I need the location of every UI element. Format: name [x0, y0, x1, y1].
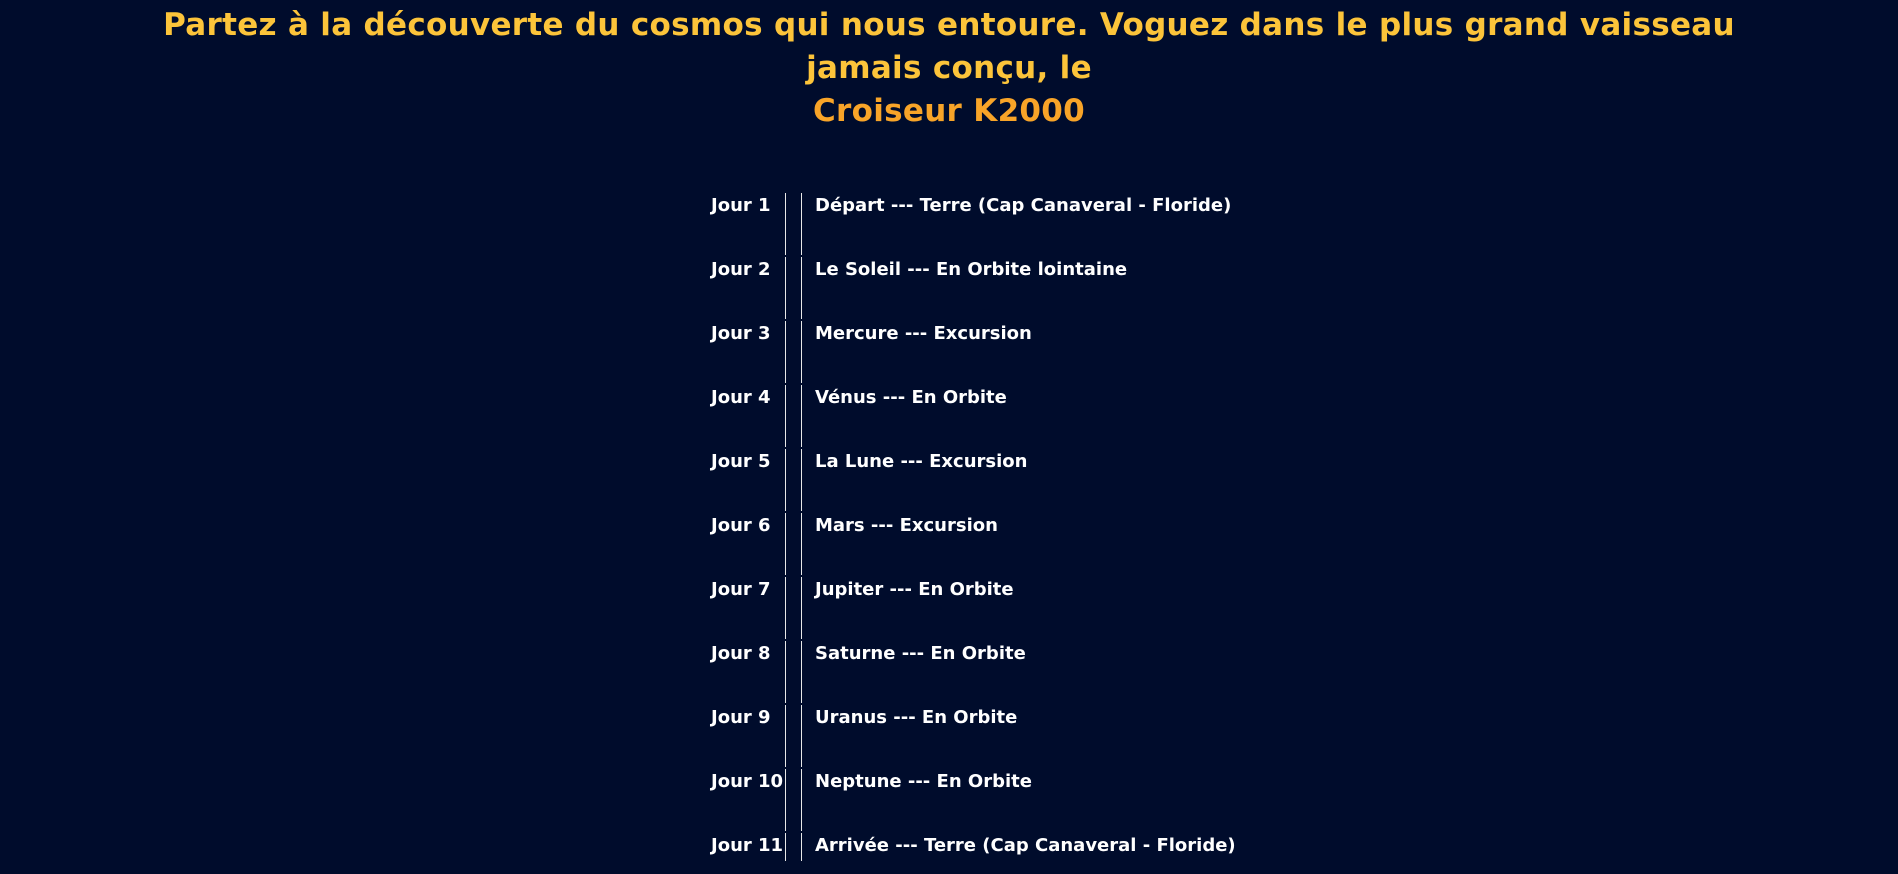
- day-label: Jour 11: [711, 835, 784, 856]
- itinerary-schedule: Jour 1 Départ --- Terre (Cap Canaveral -…: [711, 193, 1311, 874]
- divider-line: [801, 833, 802, 861]
- divider-line: [785, 577, 786, 639]
- divider-line: [785, 449, 786, 511]
- heading-brand-name: Croiseur K2000: [812, 93, 1086, 129]
- itinerary-row: Jour 6 Mars --- Excursion: [711, 513, 1311, 577]
- itinerary-row: Jour 2 Le Soleil --- En Orbite lointaine: [711, 257, 1311, 321]
- event-description: Jupiter --- En Orbite: [815, 579, 1014, 600]
- itinerary-row: Jour 4 Vénus --- En Orbite: [711, 385, 1311, 449]
- itinerary-row: Jour 8 Saturne --- En Orbite: [711, 641, 1311, 705]
- event-description: Neptune --- En Orbite: [815, 771, 1032, 792]
- event-description: Saturne --- En Orbite: [815, 643, 1026, 664]
- divider-line: [785, 385, 786, 447]
- divider-line: [785, 833, 786, 861]
- divider-line: [801, 321, 802, 383]
- day-label: Jour 9: [711, 707, 771, 728]
- day-label: Jour 4: [711, 387, 771, 408]
- itinerary-row: Jour 11 Arrivée --- Terre (Cap Canaveral…: [711, 833, 1311, 874]
- event-description: Mars --- Excursion: [815, 515, 998, 536]
- divider-line: [785, 193, 786, 255]
- day-label: Jour 7: [711, 579, 771, 600]
- itinerary-row: Jour 3 Mercure --- Excursion: [711, 321, 1311, 385]
- event-description: Mercure --- Excursion: [815, 323, 1032, 344]
- divider-line: [785, 321, 786, 383]
- divider-line: [801, 577, 802, 639]
- divider-line: [785, 769, 786, 831]
- event-description: La Lune --- Excursion: [815, 451, 1028, 472]
- event-description: Départ --- Terre (Cap Canaveral - Florid…: [815, 195, 1232, 216]
- divider-line: [785, 513, 786, 575]
- event-description: Uranus --- En Orbite: [815, 707, 1018, 728]
- event-description: Vénus --- En Orbite: [815, 387, 1007, 408]
- day-label: Jour 5: [711, 451, 771, 472]
- itinerary-row: Jour 5 La Lune --- Excursion: [711, 449, 1311, 513]
- divider-line: [785, 705, 786, 767]
- day-label: Jour 3: [711, 323, 771, 344]
- itinerary-row: Jour 9 Uranus --- En Orbite: [711, 705, 1311, 769]
- day-label: Jour 1: [711, 195, 771, 216]
- divider-line: [801, 257, 802, 319]
- itinerary-row: Jour 1 Départ --- Terre (Cap Canaveral -…: [711, 193, 1311, 257]
- divider-line: [785, 641, 786, 703]
- divider-line: [801, 513, 802, 575]
- divider-line: [785, 257, 786, 319]
- divider-line: [801, 769, 802, 831]
- heading-lead-text: Partez à la découverte du cosmos qui nou…: [163, 7, 1735, 86]
- day-label: Jour 2: [711, 259, 771, 280]
- day-label: Jour 10: [711, 771, 784, 792]
- event-description: Le Soleil --- En Orbite lointaine: [815, 259, 1128, 280]
- itinerary-row: Jour 10 Neptune --- En Orbite: [711, 769, 1311, 833]
- event-description: Arrivée --- Terre (Cap Canaveral - Flori…: [815, 835, 1236, 856]
- page-heading: Partez à la découverte du cosmos qui nou…: [120, 4, 1778, 133]
- itinerary-row: Jour 7 Jupiter --- En Orbite: [711, 577, 1311, 641]
- divider-line: [801, 385, 802, 447]
- day-label: Jour 8: [711, 643, 771, 664]
- divider-line: [801, 449, 802, 511]
- divider-line: [801, 705, 802, 767]
- day-label: Jour 6: [711, 515, 771, 536]
- divider-line: [801, 641, 802, 703]
- divider-line: [801, 193, 802, 255]
